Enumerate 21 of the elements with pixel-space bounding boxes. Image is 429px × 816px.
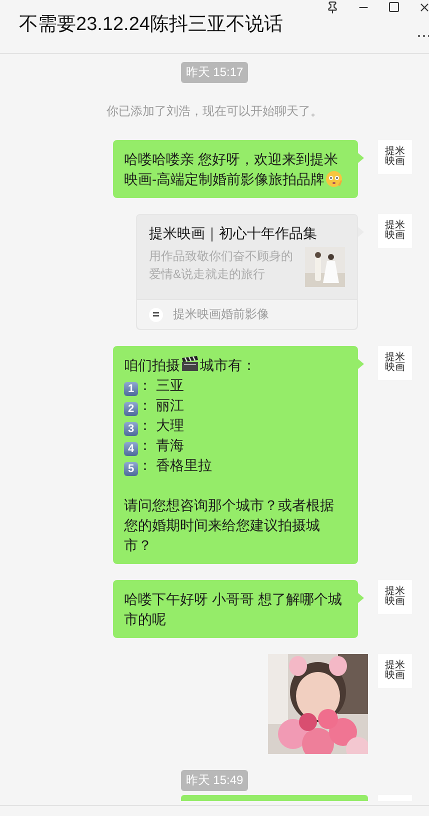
window-title: 不需要23.12.24陈抖三亚不说话 [19,13,283,37]
card-source: 提米映画婚前影像 [173,306,269,323]
timestamp: 昨天 15:17 [180,62,248,83]
message-bubble: 咱们拍摄 城市有： 1 ： 三亚 2 ： 丽江 3 ： 大理 4 ： 青海 5 ： 香格里拉 请问您想咨询那个城市？或者根据您的婚期时间来给您建议拍摄城市？ [113,346,358,564]
message-bubble: 哈喽下午好呀 小哥哥 想了解哪个城市的呢 [113,580,358,638]
number-keycap: 4 [124,442,138,456]
number-keycap: 5 [124,462,138,476]
avatar: 提米映画 [378,580,412,614]
number-keycap: 2 [124,402,138,416]
timestamp: 昨天 15:49 [180,770,248,791]
message-bubble: 哈喽哈喽亲 您好呀，欢迎来到提米映画-高端定制婚前影像旅拍品牌 [113,140,358,198]
card-title: 提米映画｜初心十年作品集 [148,224,318,244]
system-message: 你已添加了刘浩，现在可以开始聊天了。 [106,103,322,120]
avatar: 提米映画 [378,140,412,174]
link-card[interactable]: 提米映画｜初心十年作品集 用作品致敬你们奋不顾身的爱情&说走就走的旅行 提米映画婚前影像 [136,214,358,330]
avatar: 提米映画 [378,346,412,380]
number-keycap: 1 [124,382,138,396]
avatar: 提米映画 [378,214,412,248]
card-description: 用作品致敬你们奋不顾身的爱情&说走就走的旅行 [149,248,294,283]
number-keycap: 3 [124,422,138,436]
avatar: 提米映画 [378,654,412,688]
